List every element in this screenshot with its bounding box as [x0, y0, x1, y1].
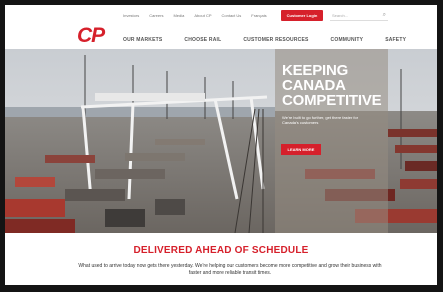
customer-login-button[interactable]: Customer Login — [281, 10, 323, 21]
utility-link-investors[interactable]: Investors — [123, 13, 139, 18]
hero-subtitle: We're built to go further, get there fas… — [282, 115, 359, 125]
utility-link-about[interactable]: About CP — [194, 13, 211, 18]
nav-choose-rail[interactable]: CHOOSE RAIL — [184, 37, 221, 43]
utility-bar: Investors Careers Media About CP Contact… — [5, 5, 437, 29]
utility-link-contact[interactable]: Contact Us — [222, 13, 242, 18]
section-description: What used to arrive today now gets there… — [78, 263, 382, 276]
browser-viewport: Investors Careers Media About CP Contact… — [5, 5, 437, 285]
section-heading: DELIVERED AHEAD OF SCHEDULE — [133, 245, 309, 256]
search-placeholder: Search... — [332, 13, 349, 18]
main-nav: OUR MARKETS CHOOSE RAIL CUSTOMER RESOURC… — [123, 37, 406, 43]
nav-customer-resources[interactable]: CUSTOMER RESOURCES — [243, 37, 308, 43]
search-icon[interactable]: ⌕ — [383, 12, 386, 19]
cp-logo[interactable]: CP — [77, 25, 105, 46]
screenshot-frame: Investors Careers Media About CP Contact… — [0, 0, 443, 292]
learn-more-button[interactable]: LEARN MORE — [281, 144, 321, 155]
hero-banner: KEEPING CANADA COMPETITIVE We're built t… — [5, 49, 437, 233]
nav-community[interactable]: COMMUNITY — [331, 37, 364, 43]
nav-safety[interactable]: SAFETY — [385, 37, 406, 43]
nav-our-markets[interactable]: OUR MARKETS — [123, 37, 162, 43]
utility-links: Investors Careers Media About CP Contact… — [123, 13, 267, 18]
utility-link-careers[interactable]: Careers — [149, 13, 163, 18]
utility-link-media[interactable]: Media — [173, 13, 184, 18]
hero-title: KEEPING CANADA COMPETITIVE — [282, 62, 382, 109]
search-input[interactable]: Search... ⌕ — [330, 10, 388, 21]
utility-link-francais[interactable]: Français — [251, 13, 266, 18]
